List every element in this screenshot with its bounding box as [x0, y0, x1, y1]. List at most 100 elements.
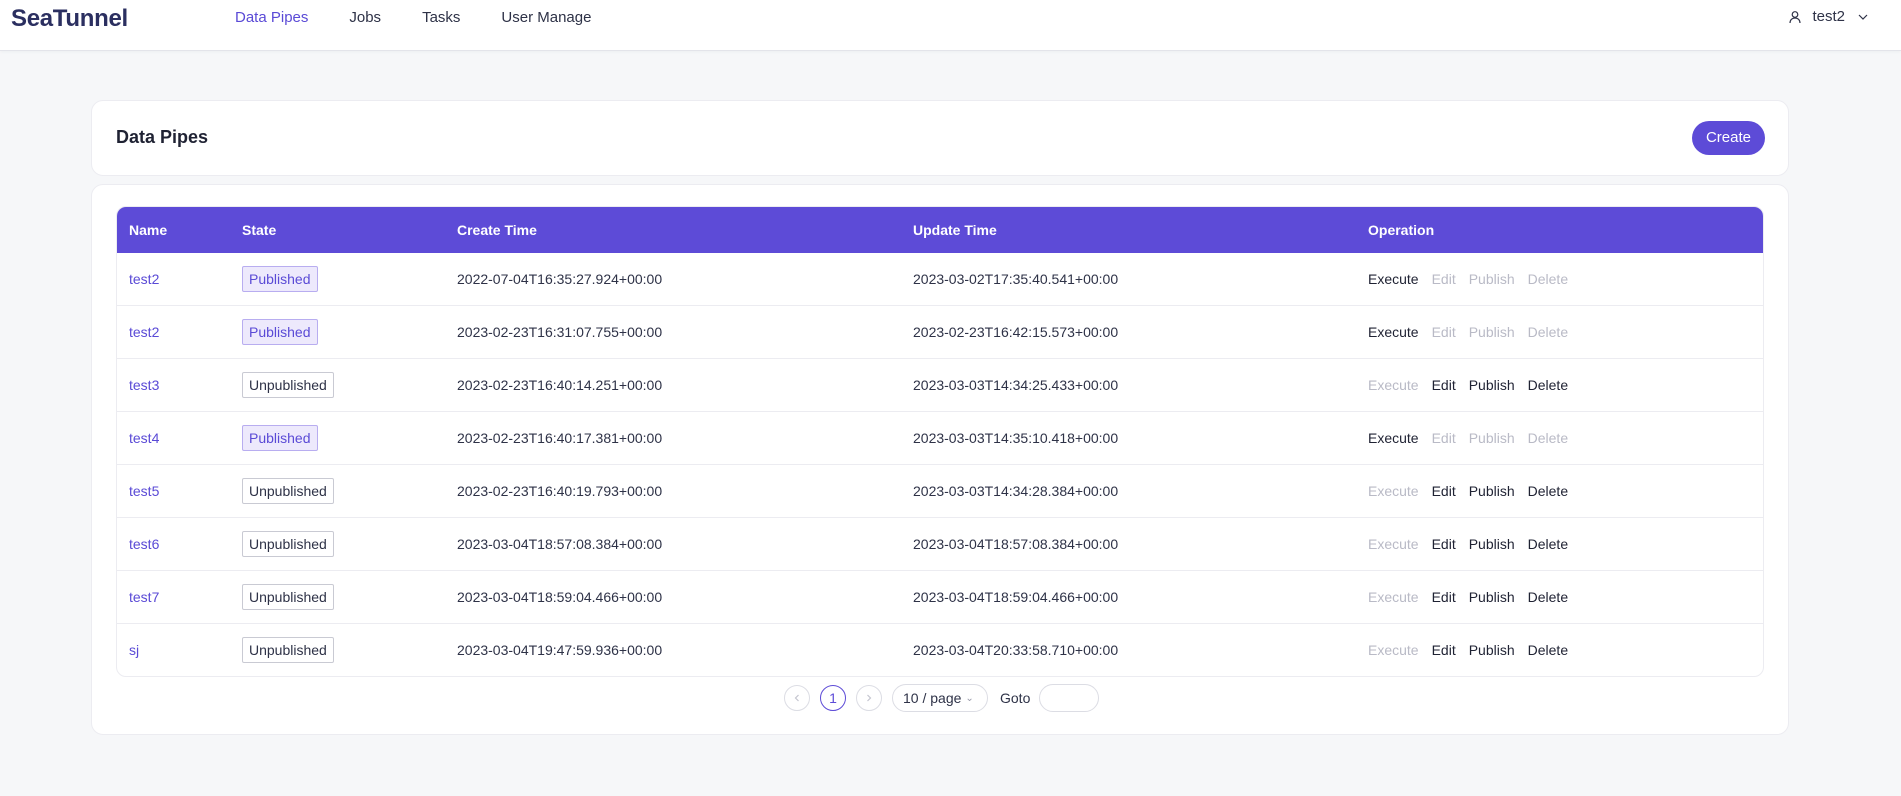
execute-button[interactable]: Execute: [1368, 324, 1419, 340]
pipe-name-link[interactable]: test2: [129, 324, 159, 340]
delete-button[interactable]: Delete: [1528, 377, 1568, 393]
state-cell: Unpublished: [242, 531, 457, 557]
chevron-down-icon: ⌄: [965, 692, 974, 704]
pipe-name-link[interactable]: sj: [129, 642, 139, 658]
delete-button[interactable]: Delete: [1528, 589, 1568, 605]
edit-button[interactable]: Edit: [1432, 377, 1456, 393]
pipe-name-link[interactable]: test2: [129, 271, 159, 287]
create-button[interactable]: Create: [1691, 121, 1765, 155]
page-number-current[interactable]: 1: [820, 685, 846, 711]
column-header-operation: Operation: [1368, 222, 1435, 238]
execute-button: Execute: [1368, 483, 1419, 499]
user-icon: [1788, 10, 1802, 24]
state-cell: Unpublished: [242, 478, 457, 504]
nav-item-data-pipes[interactable]: Data Pipes: [235, 9, 308, 27]
delete-button[interactable]: Delete: [1528, 536, 1568, 552]
update-time-cell: 2023-03-04T20:33:58.710+00:00: [913, 642, 1119, 658]
publish-button: Publish: [1468, 430, 1515, 446]
update-time-cell: 2023-03-04T18:57:08.384+00:00: [913, 536, 1119, 552]
name-cell: test4: [117, 430, 242, 446]
state-cell: Unpublished: [242, 372, 457, 398]
user-name: test2: [1812, 8, 1845, 25]
pipe-name-link[interactable]: test3: [129, 377, 159, 393]
pipe-name-link[interactable]: test6: [129, 536, 159, 552]
status-badge: Unpublished: [242, 478, 334, 504]
name-cell: test7: [117, 589, 242, 605]
page-title: Data Pipes: [116, 127, 209, 147]
pipe-name-link[interactable]: test7: [129, 589, 159, 605]
top-navbar: SeaTunnel Data Pipes Jobs Tasks User Man…: [0, 0, 1901, 51]
name-cell: test6: [117, 536, 242, 552]
publish-button[interactable]: Publish: [1469, 377, 1515, 393]
edit-button: Edit: [1431, 271, 1456, 287]
page-size-select[interactable]: 10 / page ⌄: [892, 684, 988, 712]
create-time-cell: 2023-03-04T18:59:04.466+00:00: [457, 589, 663, 605]
publish-button[interactable]: Publish: [1469, 483, 1515, 499]
operation-cell: Execute Edit Publish Delete: [1368, 430, 1763, 446]
operation-cell: Execute Edit Publish Delete: [1368, 483, 1763, 499]
status-badge: Published: [242, 266, 318, 292]
next-page-button[interactable]: [856, 685, 882, 711]
execute-button[interactable]: Execute: [1368, 271, 1419, 287]
status-badge: Unpublished: [242, 584, 334, 610]
create-time-cell: 2023-02-23T16:40:14.251+00:00: [457, 377, 663, 393]
table-row: test2 Published 2023-02-23T16:31:07.755+00…: [117, 305, 1763, 358]
publish-button[interactable]: Publish: [1469, 536, 1515, 552]
status-badge: Unpublished: [242, 372, 334, 398]
goto-label: Goto: [1000, 690, 1031, 706]
edit-button[interactable]: Edit: [1432, 642, 1456, 658]
status-badge: Published: [242, 319, 318, 345]
execute-button: Execute: [1368, 589, 1419, 605]
create-time-cell: 2022-07-04T16:35:27.924+00:00: [457, 271, 663, 287]
create-time-cell: 2023-02-23T16:31:07.755+00:00: [457, 324, 663, 340]
publish-button[interactable]: Publish: [1469, 589, 1515, 605]
state-cell: Unpublished: [242, 637, 457, 663]
publish-button[interactable]: Publish: [1469, 642, 1515, 658]
create-time-cell: 2023-02-23T16:40:19.793+00:00: [457, 483, 663, 499]
publish-button: Publish: [1468, 324, 1515, 340]
pipe-name-link[interactable]: test5: [129, 483, 159, 499]
name-cell: test3: [117, 377, 242, 393]
table-row: test2 Published 2022-07-04T16:35:27.924+00…: [117, 253, 1763, 305]
app-logo[interactable]: SeaTunnel: [11, 5, 128, 33]
table-header: Name State Create Time Update Time Opera…: [117, 207, 1763, 253]
main-nav: Data Pipes Jobs Tasks User Manage: [235, 9, 632, 27]
chevron-right-icon: [867, 694, 872, 702]
delete-button[interactable]: Delete: [1528, 483, 1568, 499]
edit-button[interactable]: Edit: [1432, 483, 1456, 499]
delete-button: Delete: [1527, 271, 1569, 287]
delete-button[interactable]: Delete: [1528, 642, 1568, 658]
update-time-cell: 2023-03-04T18:59:04.466+00:00: [913, 589, 1119, 605]
pipe-name-link[interactable]: test4: [129, 430, 159, 446]
delete-button: Delete: [1527, 324, 1569, 340]
goto-page-input[interactable]: [1039, 684, 1100, 712]
status-badge: Unpublished: [242, 531, 334, 557]
update-time-cell: 2023-03-03T14:34:25.433+00:00: [913, 377, 1119, 393]
chevron-down-icon[interactable]: [1857, 11, 1869, 23]
prev-page-button[interactable]: [784, 685, 810, 711]
table-row: test5 Unpublished 2023-02-23T16:40:19.793+…: [117, 464, 1763, 517]
table-card: Name State Create Time Update Time Opera…: [91, 184, 1789, 735]
table-row: test7 Unpublished 2023-03-04T18:59:04.466+…: [117, 570, 1763, 623]
execute-button: Execute: [1368, 642, 1419, 658]
delete-button: Delete: [1527, 430, 1569, 446]
column-header-create-time: Create Time: [457, 222, 537, 238]
user-menu[interactable]: test2: [1788, 8, 1869, 25]
publish-button: Publish: [1468, 271, 1515, 287]
status-badge: Unpublished: [242, 637, 334, 663]
nav-item-user-manage[interactable]: User Manage: [501, 9, 591, 27]
update-time-cell: 2023-03-02T17:35:40.541+00:00: [913, 271, 1119, 287]
table-row: test6 Unpublished 2023-03-04T18:57:08.384+…: [117, 517, 1763, 570]
edit-button[interactable]: Edit: [1432, 536, 1456, 552]
nav-item-jobs[interactable]: Jobs: [349, 9, 381, 27]
state-cell: Published: [242, 425, 457, 451]
data-pipes-table: Name State Create Time Update Time Opera…: [116, 206, 1764, 677]
column-header-state: State: [242, 222, 277, 238]
column-header-name: Name: [129, 222, 168, 238]
execute-button: Execute: [1368, 377, 1419, 393]
table-row: sj Unpublished 2023-03-04T19:47:59.936+00:…: [117, 623, 1763, 676]
name-cell: sj: [117, 642, 242, 658]
execute-button[interactable]: Execute: [1368, 430, 1419, 446]
nav-item-tasks[interactable]: Tasks: [422, 9, 460, 27]
edit-button[interactable]: Edit: [1432, 589, 1456, 605]
